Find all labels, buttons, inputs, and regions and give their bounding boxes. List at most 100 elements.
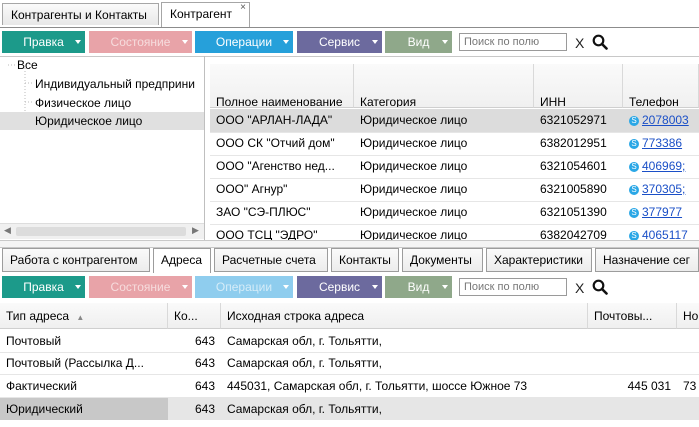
clear-search-button-2[interactable]: X bbox=[575, 280, 584, 296]
skype-icon[interactable]: S bbox=[629, 208, 639, 218]
cell-phone[interactable]: S 406969; bbox=[623, 155, 699, 178]
cell-inn[interactable]: 6321054601 bbox=[534, 155, 623, 178]
sostoyanie-button[interactable]: Состояние bbox=[89, 31, 192, 53]
cell-phone[interactable]: S 370305; bbox=[623, 178, 699, 201]
cell-address[interactable]: Самарская обл, г. Тольятти, bbox=[221, 330, 588, 352]
horizontal-scrollbar[interactable]: ◀ ▶ bbox=[0, 223, 204, 239]
cell-name[interactable]: ООО" Агнур" bbox=[210, 178, 354, 201]
vid-button[interactable]: Вид bbox=[385, 31, 452, 53]
cell-no[interactable] bbox=[677, 330, 699, 352]
tab-kontragent[interactable]: Контрагент × bbox=[161, 2, 250, 27]
search-icon[interactable] bbox=[592, 279, 608, 295]
sostoyanie-button-2[interactable]: Состояние bbox=[89, 276, 192, 298]
cell-phone[interactable]: S 377977 bbox=[623, 201, 699, 224]
phone-link[interactable]: 2078003 bbox=[642, 113, 689, 127]
cell-postal[interactable] bbox=[588, 352, 677, 374]
tree-item-ip[interactable]: Индивидуальный предприни bbox=[35, 75, 201, 93]
phone-link[interactable]: 377977 bbox=[642, 205, 682, 219]
tree-item-yur[interactable]: Юридическое лицо bbox=[0, 112, 204, 130]
scrollbar-thumb[interactable] bbox=[16, 227, 186, 236]
cell-no[interactable] bbox=[677, 398, 699, 420]
col-header-code[interactable]: Ко... bbox=[168, 303, 221, 329]
tab-rabota[interactable]: Работа с контрагентом bbox=[2, 248, 150, 272]
cell-address[interactable]: Самарская обл, г. Тольятти, bbox=[221, 352, 588, 374]
scroll-right-icon[interactable]: ▶ bbox=[192, 225, 199, 236]
col-header-address-type[interactable]: Тип адреса ▲ bbox=[0, 303, 168, 329]
col-header-category[interactable]: Категория bbox=[354, 64, 534, 108]
cell-code[interactable]: 643 bbox=[168, 375, 221, 397]
tab-harakteristiki[interactable]: Характеристики bbox=[486, 248, 592, 272]
close-icon[interactable]: × bbox=[240, 0, 246, 19]
cell-postal[interactable]: 445 031 bbox=[588, 375, 677, 397]
scroll-left-icon[interactable]: ◀ bbox=[4, 225, 11, 236]
cell-postal[interactable] bbox=[588, 398, 677, 420]
cell-address[interactable]: Самарская обл, г. Тольятти, bbox=[221, 398, 588, 420]
col-header-address-string[interactable]: Исходная строка адреса bbox=[221, 303, 588, 329]
tab-kontragenty-kontakty[interactable]: Контрагенты и Контакты bbox=[2, 3, 159, 25]
cell-inn[interactable]: 6321052971 bbox=[534, 109, 623, 132]
cell-name[interactable]: ООО "АРЛАН-ЛАДА" bbox=[210, 109, 354, 132]
cell-no[interactable]: 73 bbox=[677, 375, 699, 397]
cell-inn[interactable]: 6321005890 bbox=[534, 178, 623, 201]
servis-button-2[interactable]: Сервис bbox=[297, 276, 382, 298]
cell-category[interactable]: Юридическое лицо bbox=[354, 155, 534, 178]
cell-address-type[interactable]: Почтовый bbox=[0, 330, 168, 352]
cell-phone[interactable]: S 773386 bbox=[623, 132, 699, 155]
cell-name[interactable]: ЗАО "СЭ-ПЛЮС" bbox=[210, 201, 354, 224]
cell-postal[interactable] bbox=[588, 330, 677, 352]
phone-link[interactable]: 773386 bbox=[642, 136, 682, 150]
operacii-button[interactable]: Операции bbox=[195, 31, 293, 53]
col-header-no[interactable]: Но bbox=[677, 303, 699, 329]
tab-raschetnye-scheta[interactable]: Расчетные счета bbox=[214, 248, 328, 272]
pravka-button-2[interactable]: Правка bbox=[2, 276, 85, 298]
cell-category[interactable]: Юридическое лицо bbox=[354, 109, 534, 132]
col-header-postal[interactable]: Почтовы... bbox=[588, 303, 677, 329]
operacii-button-2[interactable]: Операции bbox=[195, 276, 293, 298]
col-header-phone[interactable]: Телефон bbox=[623, 64, 699, 108]
tab-dokumenty[interactable]: Документы bbox=[402, 248, 483, 272]
cell-address[interactable]: 445031, Самарская обл, г. Тольятти, шосс… bbox=[221, 375, 588, 397]
search-input-2[interactable]: Поиск по полю bbox=[459, 278, 567, 296]
clear-search-button[interactable]: X bbox=[575, 35, 584, 51]
cell-category[interactable]: Юридическое лицо bbox=[354, 178, 534, 201]
cell-name[interactable]: ООО "Агенство нед... bbox=[210, 155, 354, 178]
cell-name[interactable]: ООО СК "Отчий дом" bbox=[210, 132, 354, 155]
phone-link[interactable]: 406969; bbox=[642, 159, 685, 173]
col-header-name[interactable]: Полное наименование bbox=[210, 64, 354, 108]
phone-link[interactable]: 370305; bbox=[642, 182, 685, 196]
pravka-button[interactable]: Правка bbox=[2, 31, 85, 53]
col-header-inn[interactable]: ИНН bbox=[534, 64, 623, 108]
skype-icon[interactable]: S bbox=[629, 185, 639, 195]
tab-adresa[interactable]: Адреса bbox=[153, 248, 211, 273]
cell-address-type[interactable]: Почтовый (Рассылка Д... bbox=[0, 352, 168, 374]
cell-address-type[interactable]: Фактический bbox=[0, 375, 168, 397]
cell-address-type[interactable]: Юридический bbox=[0, 398, 168, 420]
chevron-down-icon bbox=[442, 285, 448, 289]
skype-icon[interactable]: S bbox=[629, 139, 639, 149]
cell-phone[interactable]: S 2078003 bbox=[623, 109, 699, 132]
vid-button-2[interactable]: Вид bbox=[385, 276, 452, 298]
chevron-down-icon bbox=[372, 285, 378, 289]
servis-button[interactable]: Сервис bbox=[297, 31, 382, 53]
servis-label: Сервис bbox=[318, 280, 361, 294]
search-icon[interactable] bbox=[592, 34, 608, 50]
splitter[interactable] bbox=[0, 240, 699, 248]
vid-label: Вид bbox=[407, 280, 430, 294]
tree-item-fiz[interactable]: Физическое лицо bbox=[35, 94, 131, 112]
cell-inn[interactable]: 6321051390 bbox=[534, 201, 623, 224]
cell-inn[interactable]: 6382012951 bbox=[534, 132, 623, 155]
skype-icon[interactable]: S bbox=[629, 116, 639, 126]
skype-icon[interactable]: S bbox=[629, 162, 639, 172]
cell-no[interactable] bbox=[677, 352, 699, 374]
cell-code[interactable]: 643 bbox=[168, 398, 221, 420]
tree-item-vse[interactable]: Все bbox=[17, 56, 38, 74]
tab-kontakty[interactable]: Контакты bbox=[331, 248, 399, 272]
search-input[interactable]: Поиск по полю bbox=[459, 33, 567, 51]
tab-naznachenie[interactable]: Назначение сег bbox=[595, 248, 699, 272]
cell-code[interactable]: 643 bbox=[168, 330, 221, 352]
chevron-down-icon bbox=[283, 40, 289, 44]
cell-category[interactable]: Юридическое лицо bbox=[354, 201, 534, 224]
cell-code[interactable]: 643 bbox=[168, 352, 221, 374]
vid-label: Вид bbox=[407, 35, 430, 49]
cell-category[interactable]: Юридическое лицо bbox=[354, 132, 534, 155]
